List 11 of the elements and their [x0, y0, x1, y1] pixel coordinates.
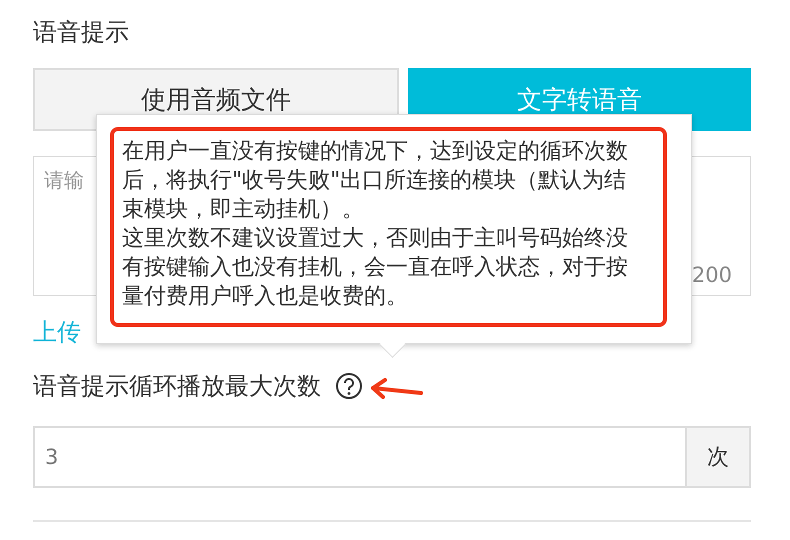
tooltip-text: 在用户一直没有按键的情况下，达到设定的循环次数后，将执行"收号失败"出口所连接的模块（默认为结束模块，即主动挂机）。	[122, 138, 629, 224]
section-title: 语音提示	[33, 17, 130, 48]
number-field[interactable]: 3 次	[33, 426, 751, 488]
help-icon[interactable]	[335, 372, 363, 400]
field-label: 语音提示循环播放最大次数	[33, 371, 321, 402]
unit-label: 次	[685, 428, 749, 486]
upload-link[interactable]: 上传	[33, 316, 81, 348]
tooltip-text: 这里次数不建议设置过大，否则由于主叫号码始终没有按键输入也没有挂机，会一直在呼入状态，对于按量付费用户呼入也是收费的。	[122, 225, 629, 311]
arrow-icon	[369, 377, 425, 401]
character-counter: 200	[692, 263, 732, 287]
placeholder-text: 请输	[44, 167, 84, 194]
